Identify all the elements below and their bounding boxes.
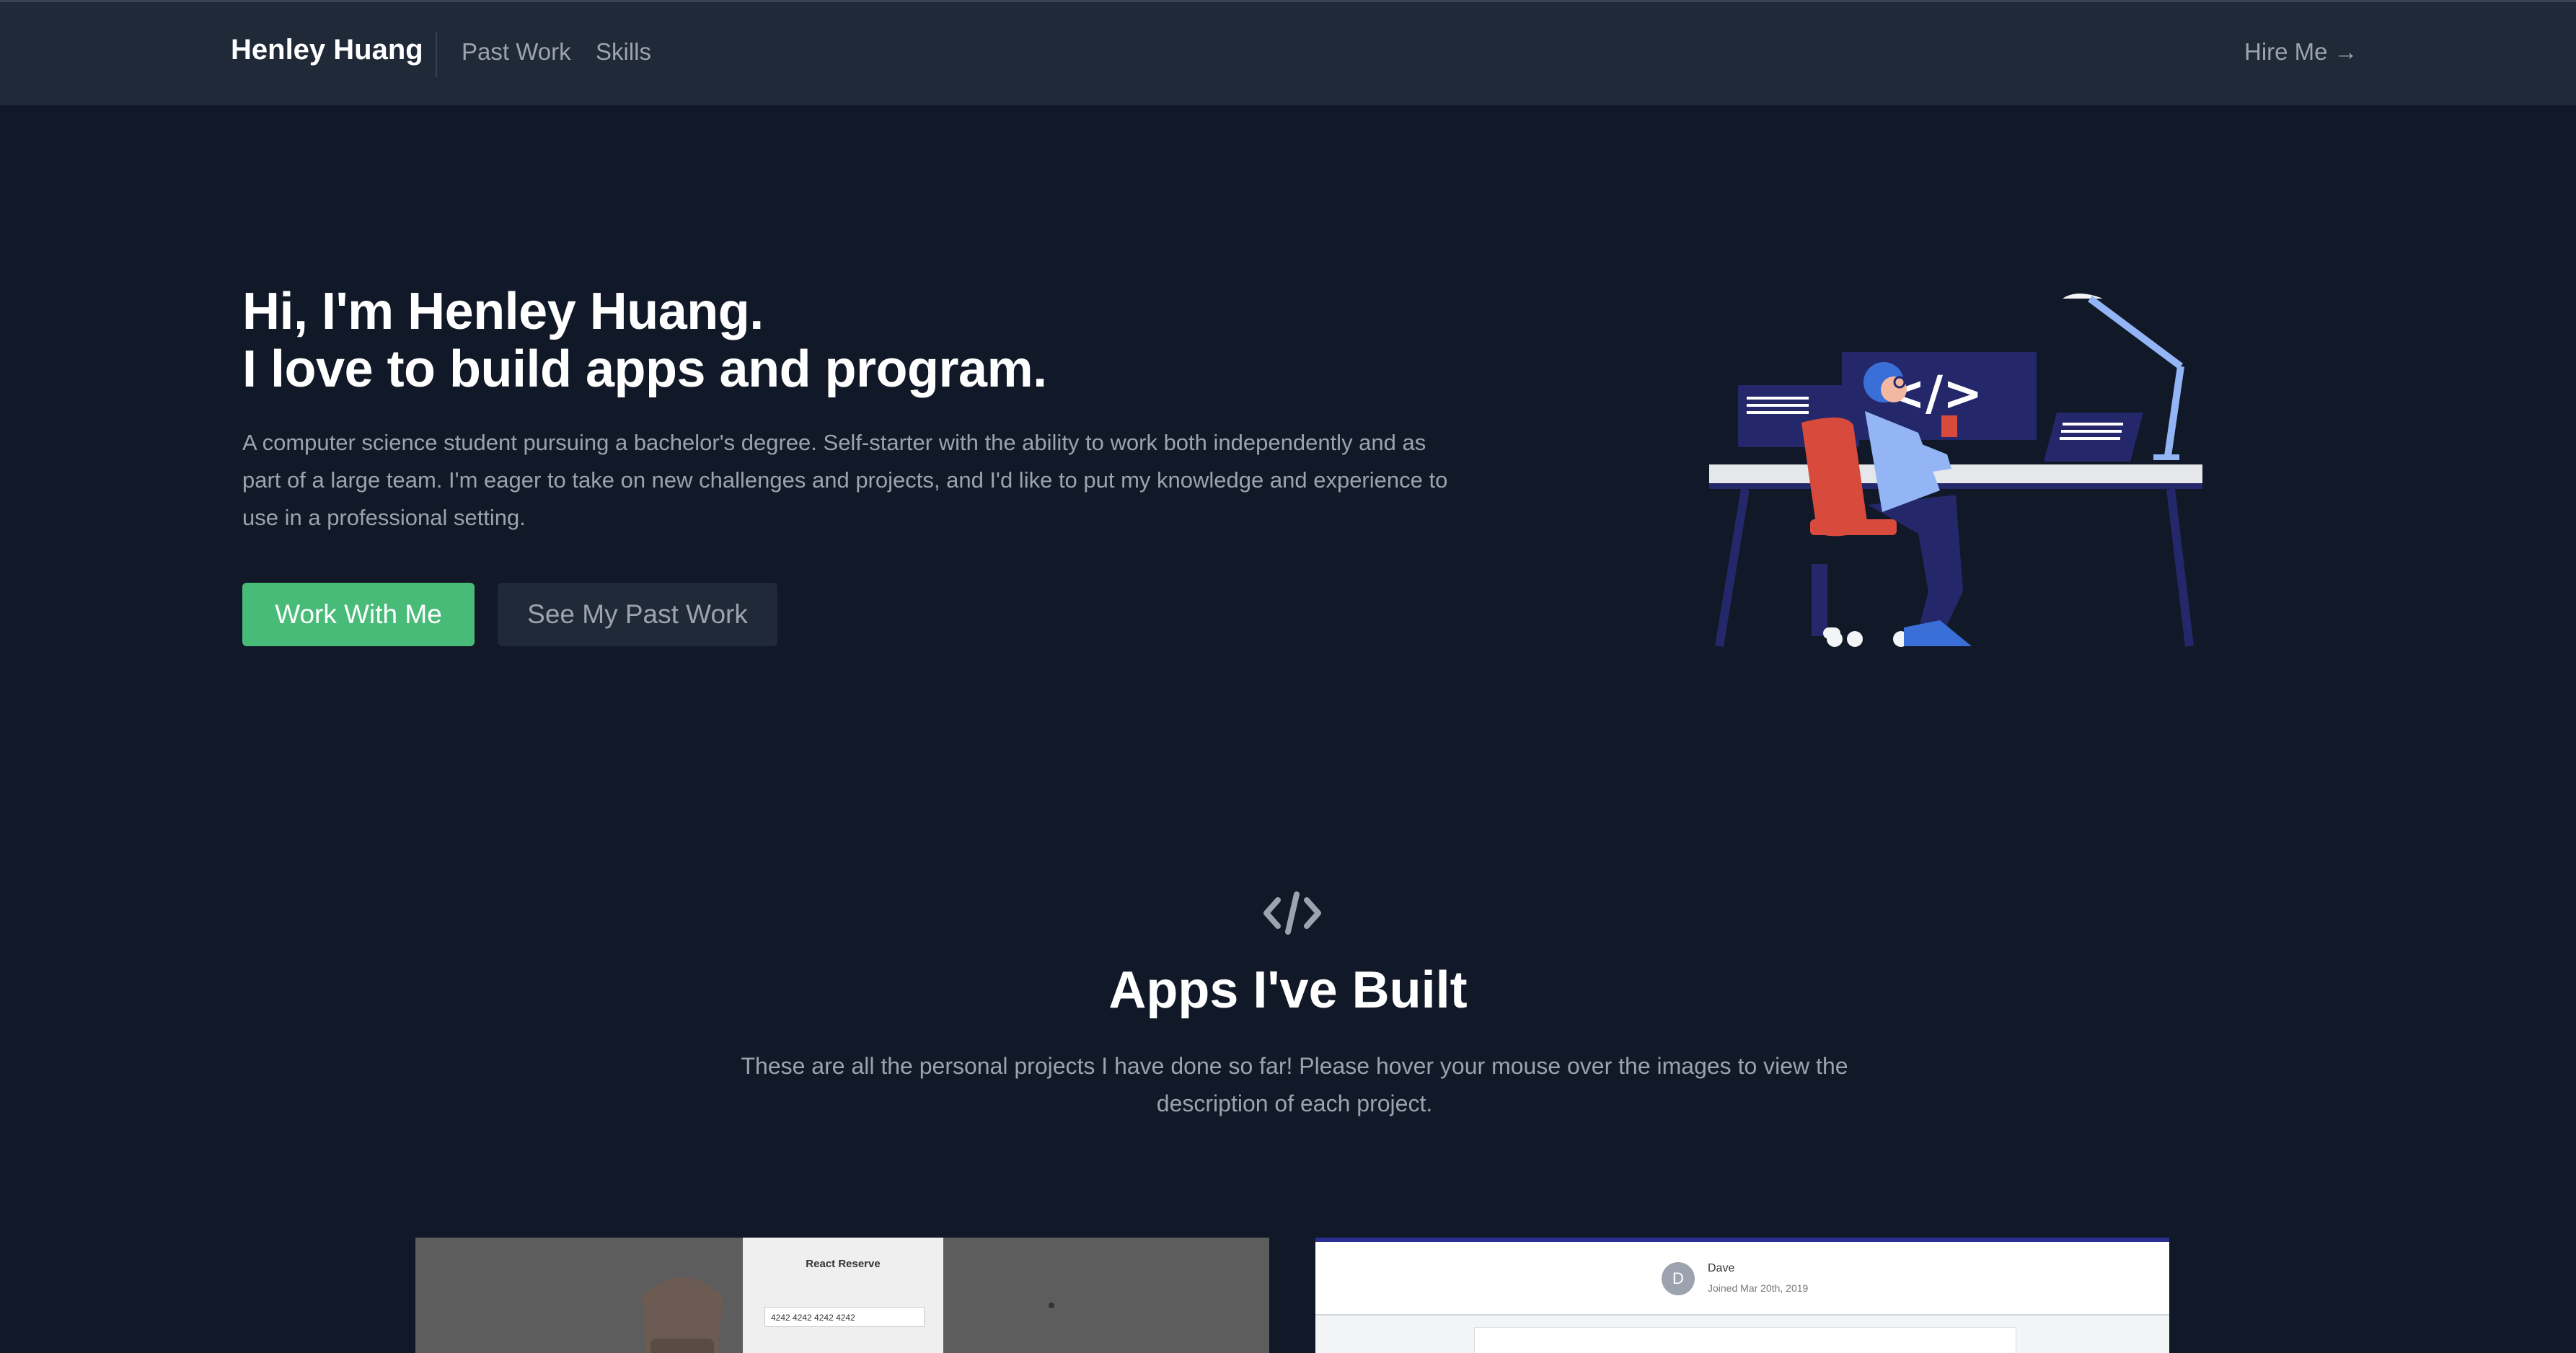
checkout-panel: React Reserve 4242 4242 4242 4242 xyxy=(743,1238,943,1353)
brand-logo-text[interactable]: Henley Huang xyxy=(231,34,423,66)
code-icon xyxy=(1263,891,1321,935)
avatar: D xyxy=(1662,1262,1695,1295)
chair-product-icon xyxy=(642,1277,723,1353)
hero-title: Hi, I'm Henley Huang. I love to build ap… xyxy=(242,283,1468,398)
card-number-field: 4242 4242 4242 4242 xyxy=(764,1307,925,1327)
nav-link-past-work[interactable]: Past Work xyxy=(462,38,571,66)
nav-divider xyxy=(436,32,437,77)
hire-me-link[interactable]: Hire Me → xyxy=(2244,38,2358,66)
profile-username: Dave xyxy=(1708,1262,1735,1274)
hero-description: A computer science student pursuing a ba… xyxy=(242,430,1448,530)
project-card-react-reserve[interactable]: React Reserve 4242 4242 4242 4242 xyxy=(415,1238,1269,1353)
top-navbar: Henley Huang Past Work Skills Hire Me → xyxy=(0,0,2576,105)
section-title: Apps I've Built xyxy=(1108,961,1468,1019)
profile-content-box xyxy=(1474,1327,2016,1353)
section-description: These are all the personal projects I ha… xyxy=(741,1053,1848,1116)
nav-link-skills[interactable]: Skills xyxy=(596,38,651,66)
work-with-me-button[interactable]: Work With Me xyxy=(242,583,475,646)
developer-desk-illustration: </> xyxy=(1709,294,2202,647)
checkout-panel-title: React Reserve xyxy=(806,1258,881,1270)
hero-title-line2: I love to build apps and program. xyxy=(242,340,1047,398)
profile-joined-date: Joined Mar 20th, 2019 xyxy=(1708,1282,1809,1294)
decorative-dot xyxy=(1049,1303,1054,1308)
see-past-work-button[interactable]: See My Past Work xyxy=(498,583,777,646)
hero-title-line1: Hi, I'm Henley Huang. xyxy=(242,283,764,340)
project-card-profile-app[interactable]: D Dave Joined Mar 20th, 2019 xyxy=(1315,1238,2169,1353)
profile-header: D Dave Joined Mar 20th, 2019 xyxy=(1315,1242,2169,1315)
